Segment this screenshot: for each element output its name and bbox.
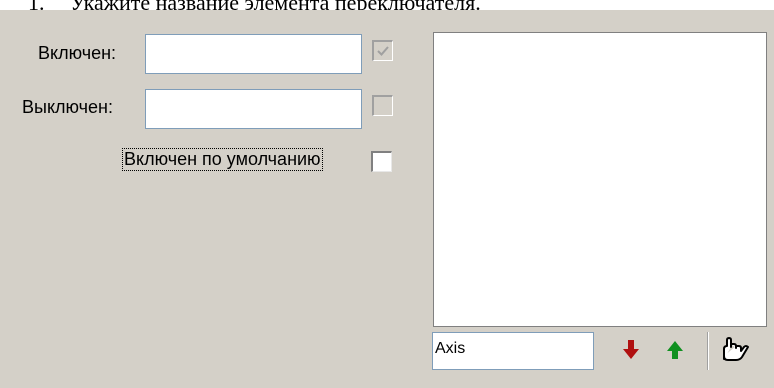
move-up-button[interactable] — [662, 336, 688, 364]
on-checkbox — [372, 40, 393, 61]
default-on-label[interactable]: Включен по умолчанию — [122, 148, 323, 171]
on-label: Включен: — [38, 43, 117, 63]
items-listbox[interactable] — [433, 32, 767, 327]
checkmark-icon — [377, 46, 389, 56]
axis-input[interactable]: Axis — [432, 332, 594, 370]
off-text-field[interactable] — [145, 89, 362, 129]
action-button[interactable] — [718, 335, 750, 363]
move-down-button[interactable] — [618, 336, 644, 364]
off-label: Выключен: — [22, 97, 113, 117]
arrow-down-icon — [623, 340, 639, 359]
hand-pointer-icon — [723, 337, 749, 361]
arrow-up-icon — [667, 341, 683, 359]
toolbar-separator — [707, 332, 709, 370]
default-on-checkbox[interactable] — [371, 151, 392, 172]
off-checkbox — [372, 95, 393, 116]
properties-panel: Включен: Выключен: Включен по умолчанию … — [0, 10, 774, 388]
on-text-field[interactable] — [145, 34, 362, 74]
